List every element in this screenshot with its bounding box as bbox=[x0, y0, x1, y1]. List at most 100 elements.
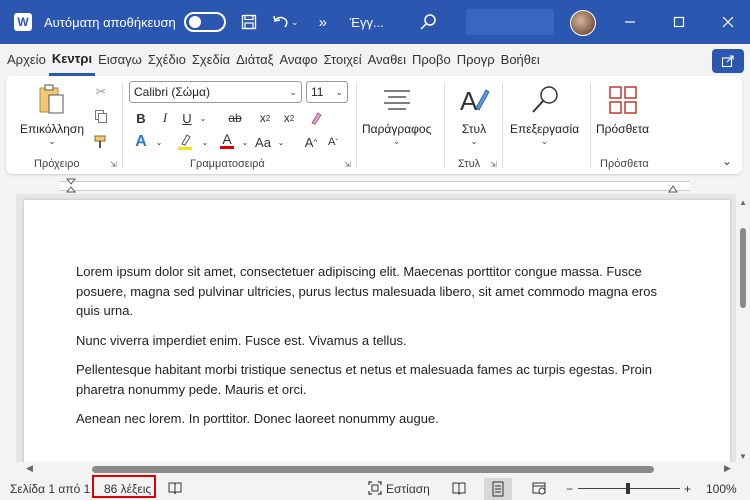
clear-formatting-icon[interactable] bbox=[304, 108, 326, 128]
grow-font-icon[interactable]: A ^ bbox=[300, 132, 322, 152]
italic-icon[interactable]: I bbox=[154, 108, 176, 128]
vertical-scrollbar[interactable]: ▲ ▼ bbox=[736, 194, 750, 474]
tab-insert[interactable]: Εισαγω bbox=[95, 44, 145, 76]
underline-dropdown-icon[interactable]: ⌄ bbox=[192, 108, 214, 128]
ribbon: Επικόλληση ⌄ ✂ Πρόχειρο ⇲ Calibri (Σώμα)… bbox=[6, 76, 742, 174]
addins-button[interactable]: Πρόσθετα bbox=[596, 82, 649, 136]
web-layout-icon[interactable] bbox=[532, 481, 546, 498]
ruler-track bbox=[60, 181, 690, 191]
cut-icon[interactable]: ✂ bbox=[90, 82, 112, 102]
format-painter-icon[interactable] bbox=[90, 132, 112, 152]
highlight-dropdown-icon[interactable]: ⌄ bbox=[194, 132, 216, 152]
tab-view[interactable]: Προβο bbox=[409, 44, 454, 76]
strikethrough-icon[interactable]: ab bbox=[224, 108, 246, 128]
change-case-dropdown-icon[interactable]: ⌄ bbox=[270, 132, 292, 152]
styles-launcher-icon[interactable]: ⇲ bbox=[490, 160, 499, 169]
save-icon[interactable] bbox=[240, 13, 258, 31]
editing-button[interactable]: Επεξεργασία ⌄ bbox=[510, 82, 579, 147]
minimize-icon[interactable] bbox=[620, 12, 640, 32]
tab-layout[interactable]: Διάταξ bbox=[233, 44, 276, 76]
maximize-icon[interactable] bbox=[669, 12, 689, 32]
bold-icon[interactable]: B bbox=[130, 108, 152, 128]
paragraph-button[interactable]: Παράγραφος ⌄ bbox=[362, 82, 431, 147]
clipboard-launcher-icon[interactable]: ⇲ bbox=[110, 160, 119, 169]
account-name-redacted bbox=[466, 9, 554, 35]
chevron-down-icon: ⌄ bbox=[470, 136, 478, 146]
zoom-out-button[interactable]: − bbox=[566, 482, 573, 496]
page-count[interactable]: Σελίδα 1 από 1 bbox=[10, 482, 90, 496]
tab-file[interactable]: Αρχείο bbox=[4, 44, 49, 76]
font-size-combo[interactable]: 11 ⌄ bbox=[306, 81, 348, 103]
search-icon[interactable] bbox=[418, 12, 438, 32]
proofing-icon[interactable] bbox=[168, 481, 182, 498]
styles-icon: A bbox=[456, 82, 492, 118]
close-icon[interactable] bbox=[718, 12, 738, 32]
font-launcher-icon[interactable]: ⇲ bbox=[344, 160, 353, 169]
styles-label: Στυλ bbox=[461, 122, 487, 136]
undo-icon[interactable] bbox=[272, 13, 290, 31]
subscript-icon[interactable]: x2 bbox=[254, 108, 276, 128]
indent-marker-icon[interactable] bbox=[65, 178, 77, 194]
zoom-level[interactable]: 100% bbox=[706, 482, 737, 496]
undo-dropdown-icon[interactable]: ⌄ bbox=[290, 13, 300, 31]
tab-review[interactable]: Αναθει bbox=[365, 44, 409, 76]
addins-label: Πρόσθετα bbox=[596, 122, 650, 136]
paste-button[interactable]: Επικόλληση ⌄ bbox=[20, 82, 84, 147]
document-paragraph[interactable]: Lorem ipsum dolor sit amet, consectetuer… bbox=[76, 262, 678, 321]
document-page[interactable]: Lorem ipsum dolor sit amet, consectetuer… bbox=[24, 200, 730, 462]
share-button[interactable] bbox=[712, 49, 744, 73]
word-count-highlight bbox=[92, 475, 156, 498]
divider bbox=[356, 82, 357, 168]
superscript-icon[interactable]: x2 bbox=[278, 108, 300, 128]
styles-button[interactable]: A Στυλ ⌄ bbox=[456, 82, 492, 147]
font-group-label: Γραμματοσειρά bbox=[190, 158, 265, 170]
font-name-value: Calibri (Σώμα) bbox=[134, 85, 210, 99]
chevron-down-icon: ⌄ bbox=[540, 136, 549, 146]
font-name-combo[interactable]: Calibri (Σώμα) ⌄ bbox=[129, 81, 302, 103]
document-paragraph[interactable]: Pellentesque habitant morbi tristique se… bbox=[76, 360, 678, 399]
divider bbox=[502, 82, 503, 168]
paragraph-icon bbox=[379, 82, 415, 118]
text-effects-dropdown-icon[interactable]: ⌄ bbox=[148, 132, 170, 152]
vertical-scroll-thumb[interactable] bbox=[740, 228, 746, 308]
editing-icon bbox=[527, 82, 563, 118]
horizontal-scroll-thumb[interactable] bbox=[92, 466, 654, 473]
editing-label: Επεξεργασία bbox=[510, 122, 580, 136]
read-mode-icon[interactable] bbox=[452, 481, 466, 498]
tab-draw[interactable]: Σχέδιο bbox=[145, 44, 189, 76]
shrink-font-icon[interactable]: Aˇ bbox=[322, 132, 344, 152]
tab-home[interactable]: Κεντρι bbox=[48, 44, 96, 76]
document-paragraph[interactable]: Nunc viverra imperdiet enim. Fusce est. … bbox=[76, 331, 678, 351]
more-commands-icon[interactable]: » bbox=[314, 13, 332, 31]
scroll-left-icon[interactable]: ◀ bbox=[26, 463, 33, 474]
document-paragraph[interactable]: Aenean nec lorem. In porttitor. Donec la… bbox=[76, 409, 678, 429]
highlight-color-icon[interactable] bbox=[174, 132, 196, 152]
tab-references[interactable]: Αναφο bbox=[277, 44, 321, 76]
font-size-value: 11 bbox=[311, 85, 324, 99]
document-name[interactable]: Έγγ... bbox=[350, 15, 384, 30]
paste-dropdown-icon[interactable]: ⌄ bbox=[48, 136, 56, 147]
scroll-right-icon[interactable]: ▶ bbox=[724, 463, 731, 474]
right-indent-marker-icon[interactable] bbox=[668, 181, 678, 193]
scroll-down-icon[interactable]: ▼ bbox=[739, 452, 747, 461]
horizontal-scrollbar[interactable]: ◀ ▶ bbox=[20, 462, 736, 476]
tab-help[interactable]: Βοήθει bbox=[498, 44, 543, 76]
copy-icon[interactable] bbox=[90, 106, 112, 126]
tab-design[interactable]: Σχεδία bbox=[189, 44, 233, 76]
word-logo-icon: W bbox=[14, 13, 32, 31]
addins-group-label: Πρόσθετα bbox=[600, 158, 649, 170]
addins-icon bbox=[605, 82, 641, 118]
focus-label[interactable]: Εστίαση bbox=[386, 482, 430, 496]
svg-text:A: A bbox=[460, 86, 478, 116]
zoom-slider-thumb[interactable] bbox=[626, 483, 630, 494]
avatar[interactable] bbox=[570, 10, 596, 36]
autosave-toggle[interactable] bbox=[183, 12, 226, 32]
tab-developer[interactable]: Προγρ bbox=[454, 44, 498, 76]
chevron-down-icon: ⌄ bbox=[335, 87, 343, 97]
scroll-up-icon[interactable]: ▲ bbox=[739, 198, 747, 207]
focus-icon[interactable] bbox=[368, 481, 382, 498]
print-layout-button[interactable] bbox=[484, 478, 512, 500]
collapse-ribbon-icon[interactable]: ⌄ bbox=[722, 154, 732, 168]
tab-mailings[interactable]: Στοιχεί bbox=[321, 44, 365, 76]
zoom-in-button[interactable]: + bbox=[684, 482, 691, 496]
